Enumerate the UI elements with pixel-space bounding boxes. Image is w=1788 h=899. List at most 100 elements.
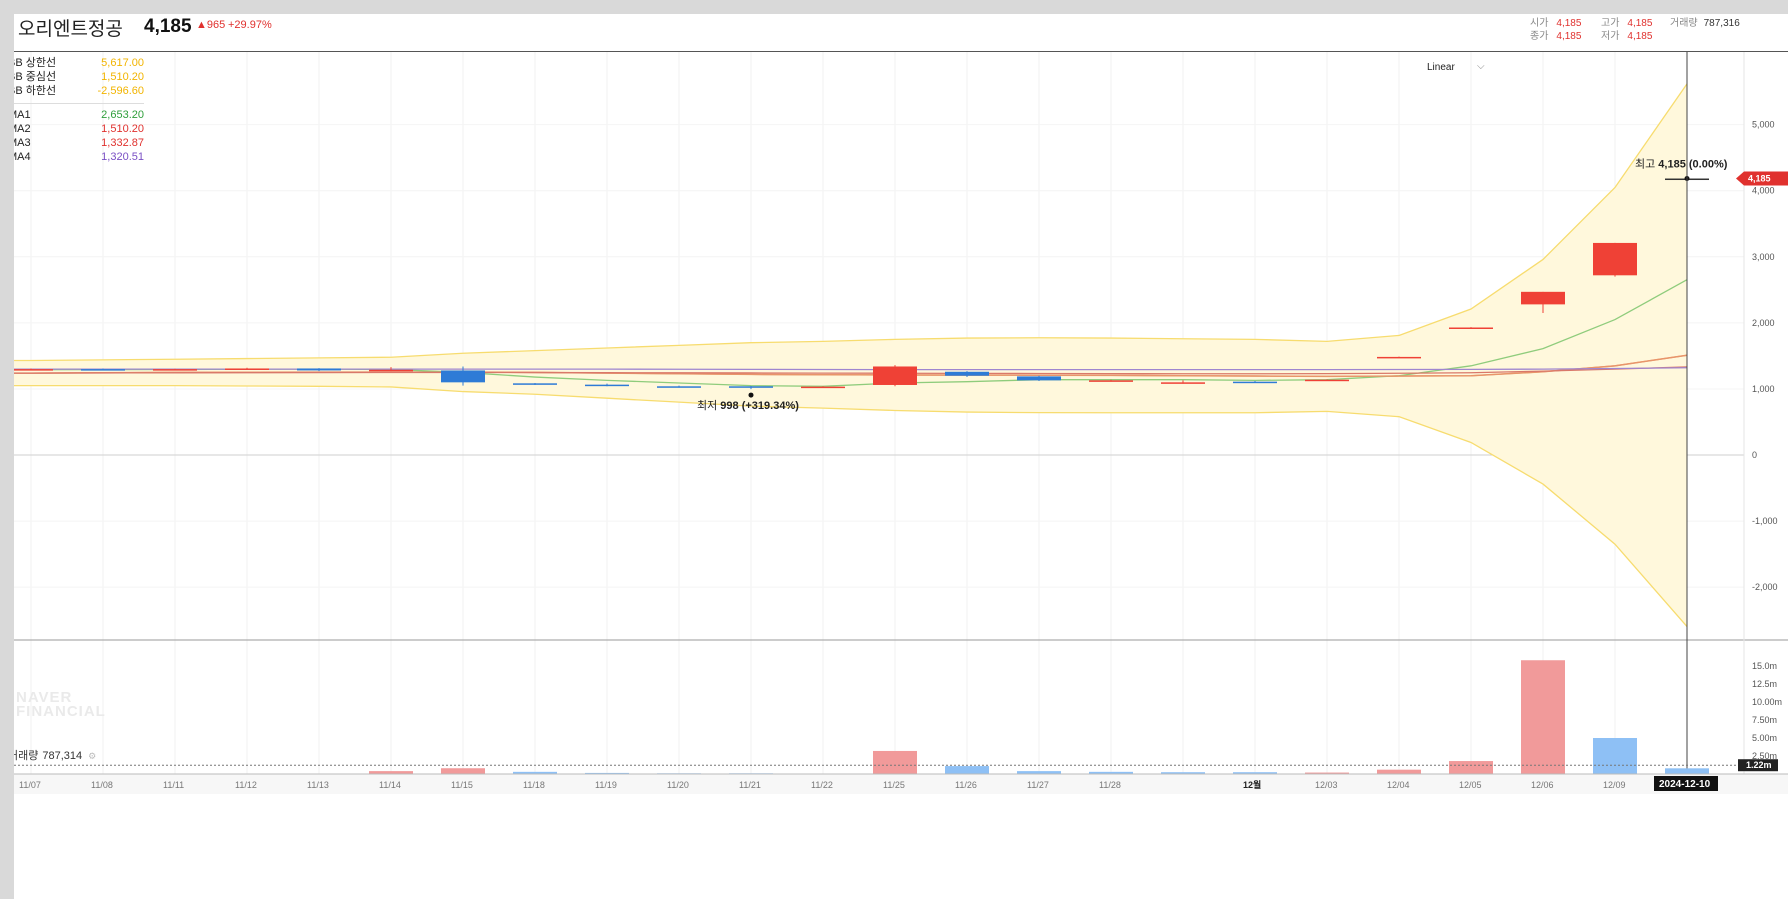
naver-financial-watermark: NAVER FINANCIAL: [16, 690, 106, 720]
candle-body: [1593, 242, 1637, 276]
candle-body: [1377, 356, 1421, 359]
volume-current-tag-label: 1.22m: [1746, 760, 1772, 770]
volume-tick-label: 7.50m: [1752, 715, 1777, 725]
legend-bb-upper: BB 상한선 5,617.00: [14, 56, 144, 70]
volume-bar: [1521, 660, 1565, 774]
candle-body: [441, 370, 485, 383]
candle-body: [585, 384, 629, 387]
current-price-tag-label: 4,185: [1748, 174, 1771, 184]
legend-ma1: MA1 2,653.20: [14, 108, 144, 122]
volume-bar: [1377, 769, 1421, 774]
x-axis-tick-label: 11/20: [667, 780, 689, 790]
candle-body: [657, 386, 701, 388]
volume-tick-label: 12.5m: [1752, 679, 1777, 689]
price-tick-label: -2,000: [1752, 582, 1778, 592]
legend-value: 5,617.00: [101, 57, 144, 69]
candle-body: [729, 386, 773, 388]
candle-body: [297, 368, 341, 371]
volume-bar: [945, 766, 989, 774]
x-axis-tick-label: 11/11: [163, 780, 184, 790]
candle-body: [1161, 382, 1205, 384]
x-axis-tick-label: 11/19: [595, 780, 617, 790]
low-annotation: 최저 998 (+319.34%): [697, 399, 799, 412]
volume-tick-label: 10.00m: [1752, 697, 1782, 707]
x-axis-tick-label: 12/03: [1315, 780, 1338, 790]
bb-upper-line: [14, 83, 1688, 362]
candle-body: [81, 369, 125, 371]
price-tick-label: 5,000: [1752, 120, 1775, 130]
legend-name: MA2: [14, 123, 31, 135]
x-axis-tick-label: 12/06: [1531, 780, 1554, 790]
candle-body: [153, 369, 197, 371]
legend-value: 1,510.20: [101, 123, 144, 135]
volume-bar: [1449, 761, 1493, 774]
legend-ma4: MA4 1,320.51: [14, 150, 144, 164]
x-axis-tick-label: 11/13: [307, 780, 329, 790]
volume-bar: [441, 768, 485, 774]
legend-value: 1,320.51: [101, 151, 144, 163]
price-tick-label: 1,000: [1752, 384, 1775, 394]
legend-ma3: MA3 1,332.87: [14, 136, 144, 150]
candle-body: [873, 366, 917, 385]
x-axis-tick-label: 11/25: [883, 780, 905, 790]
indicator-legend: BB 상한선 5,617.00 BB 중심선 1,510.20 BB 하한선 -2,5…: [14, 56, 144, 164]
legend-name: MA4: [14, 151, 31, 163]
volume-panel-value: 787,314: [42, 750, 83, 762]
legend-value: 1,510.20: [101, 71, 144, 83]
price-tick-label: -1,000: [1752, 516, 1778, 526]
price-tick-label: 0: [1752, 450, 1757, 460]
x-axis-tick-label: 11/07: [19, 780, 41, 790]
legend-divider: [14, 103, 144, 104]
price-tick-label: 3,000: [1752, 252, 1775, 262]
volume-bar: [1665, 768, 1709, 774]
watermark-line-2: FINANCIAL: [16, 703, 106, 720]
x-axis-tick-label: 11/28: [1099, 780, 1121, 790]
candle-body: [1017, 376, 1061, 381]
high-annotation: 최고 4,185 (0.00%): [1635, 158, 1728, 171]
candle-body: [1233, 381, 1277, 384]
candle-body: [513, 383, 557, 385]
bollinger-band-fill: [14, 83, 1687, 627]
candle-body: [801, 386, 845, 389]
x-axis-tick-label: 11/27: [1027, 780, 1049, 790]
legend-name: BB 중심선: [14, 71, 57, 83]
low-marker: [748, 392, 754, 398]
chevron-down-icon[interactable]: ⌵: [1477, 61, 1485, 72]
candle-body: [1449, 327, 1493, 330]
volume-tick-label: 15.0m: [1752, 661, 1777, 671]
x-axis-tick-label: 11/26: [955, 780, 977, 790]
candle-body: [1521, 291, 1565, 305]
volume-bar: [873, 750, 917, 774]
price-chart[interactable]: 5,000 4,000 3,000 2,000 1,000 0 -1,000 -2,000 최저…: [14, 14, 1788, 899]
x-axis-tick-label: 12/04: [1387, 780, 1410, 790]
x-axis-tick-label: 12/05: [1459, 780, 1482, 790]
x-axis-current-date: 2024-12-10: [1659, 779, 1711, 790]
x-axis-tick-label: 11/22: [811, 780, 833, 790]
legend-bb-lower: BB 하한선 -2,596.60: [14, 84, 144, 98]
x-axis-tick-label: 11/12: [235, 780, 257, 790]
candle-body: [1089, 380, 1133, 382]
legend-name: BB 상한선: [14, 57, 57, 69]
legend-value: 1,332.87: [101, 137, 144, 149]
scale-type-selector[interactable]: Linear: [1427, 62, 1455, 73]
chart-window: 오리엔트정공 4,185 ▲965 +29.97% 시가 4,185 고가 4,18…: [14, 14, 1788, 899]
settings-icon[interactable]: ⚙: [88, 751, 96, 761]
candle-body: [14, 369, 53, 371]
legend-ma2: MA2 1,510.20: [14, 122, 144, 136]
x-axis-tick-label: 11/08: [91, 780, 113, 790]
x-axis-tick-label: 11/15: [451, 780, 473, 790]
legend-value: -2,596.60: [97, 85, 144, 97]
legend-value: 2,653.20: [101, 109, 144, 121]
candle-body: [945, 371, 989, 376]
x-axis-tick-label: 11/18: [523, 780, 545, 790]
legend-name: MA1: [14, 109, 31, 121]
volume-panel-label: 거래량: [14, 750, 39, 762]
price-tick-label: 2,000: [1752, 318, 1775, 328]
volume-panel-title: 거래량787,314 ⚙: [14, 747, 96, 763]
legend-bb-middle: BB 중심선 1,510.20: [14, 70, 144, 84]
price-tick-label: 4,000: [1752, 186, 1775, 196]
candle-body: [225, 368, 269, 370]
candle-body: [369, 369, 413, 372]
volume-tick-label: 5.00m: [1752, 733, 1777, 743]
candle-body: [1305, 379, 1349, 382]
